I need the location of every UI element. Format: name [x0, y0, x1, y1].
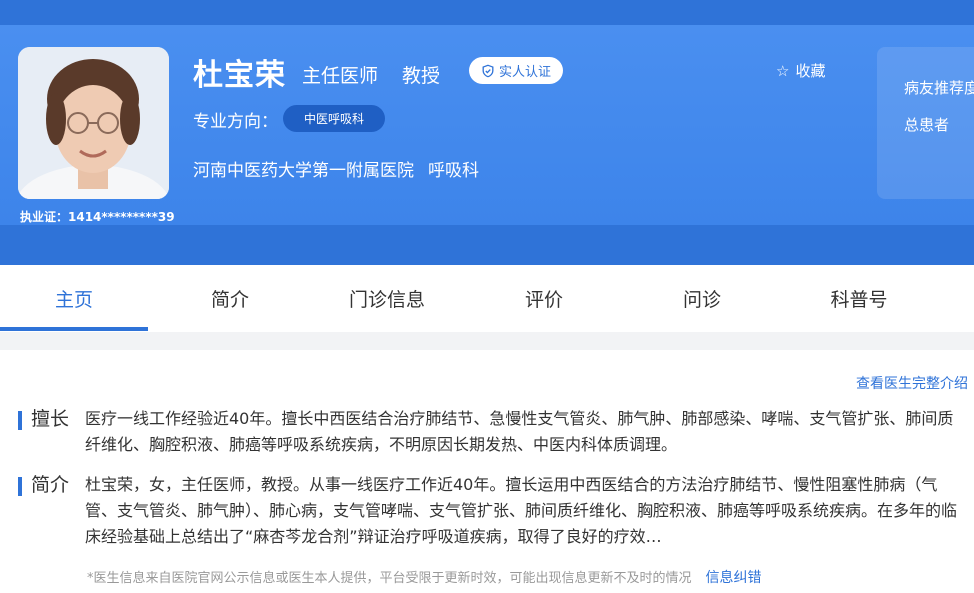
header-bottom-band: [0, 225, 974, 265]
verified-badge: 实人认证: [469, 57, 563, 84]
star-icon: ☆: [776, 61, 790, 80]
recommend-label: 病友推荐度: [904, 79, 974, 97]
favorite-label: 收藏: [795, 62, 826, 80]
doctor-page: 执业证：1414*********39 杜宝荣 主任医师 教授 实人认证 ☆ 收…: [0, 0, 974, 593]
hospital-name[interactable]: 河南中医药大学第一附属医院: [193, 161, 414, 181]
specialty-tag[interactable]: 中医呼吸科: [283, 105, 385, 132]
tab-reviews[interactable]: 评价: [470, 265, 618, 332]
section-marker: [18, 411, 22, 430]
info-disclaimer: *医生信息来自医院官网公示信息或医生本人提供，平台受限于更新时效，可能出现信息更…: [87, 567, 762, 587]
disclaimer-text: *医生信息来自医院官网公示信息或医生本人提供，平台受限于更新时效，可能出现信息更…: [87, 571, 692, 586]
tab-intro[interactable]: 简介: [156, 265, 304, 332]
favorite-button[interactable]: ☆ 收藏: [776, 60, 825, 81]
header-top-band: [0, 0, 974, 25]
tab-home[interactable]: 主页: [0, 265, 148, 332]
section-marker: [18, 477, 22, 496]
tab-science[interactable]: 科普号: [785, 265, 933, 332]
intro-text: 杜宝荣，女，主任医师，教授。从事一线医疗工作近40年。擅长运用中西医结合的方法治…: [85, 475, 957, 546]
profile-content: 查看医生完整介绍 擅长 医疗一线工作经验近40年。擅长中西医结合治疗肺结节、急慢…: [0, 350, 974, 593]
license-number: 执业证：1414*********39: [20, 210, 175, 224]
full-intro-link[interactable]: 查看医生完整介绍: [856, 373, 968, 393]
profile-tabs: 主页 简介 门诊信息 评价 问诊 科普号: [0, 265, 974, 332]
doctor-header: 执业证：1414*********39 杜宝荣 主任医师 教授 实人认证 ☆ 收…: [0, 0, 974, 265]
stats-panel: 病友推荐度 总患者: [877, 47, 974, 199]
expertise-text: 医疗一线工作经验近40年。擅长中西医结合治疗肺结节、急慢性支气管炎、肺气肿、肺部…: [85, 409, 954, 454]
doctor-photo: [18, 47, 169, 199]
intro-label: 简介: [31, 474, 70, 496]
tab-consult[interactable]: 问诊: [628, 265, 776, 332]
hospital-info: 河南中医药大学第一附属医院 呼吸科: [193, 156, 479, 181]
department-name[interactable]: 呼吸科: [428, 161, 479, 181]
doctor-avatar: [18, 47, 169, 199]
doctor-title-1: 主任医师: [302, 65, 379, 87]
verified-label: 实人认证: [498, 65, 551, 80]
info-correction-link[interactable]: 信息纠错: [706, 570, 762, 586]
expertise-label: 擅长: [31, 408, 70, 430]
doctor-name: 杜宝荣: [193, 58, 286, 93]
total-patients-label: 总患者: [904, 116, 950, 134]
tab-clinic[interactable]: 门诊信息: [313, 265, 461, 332]
specialty-label: 专业方向：: [193, 112, 278, 132]
doctor-title-2: 教授: [402, 65, 441, 87]
shield-check-icon: [482, 64, 494, 77]
